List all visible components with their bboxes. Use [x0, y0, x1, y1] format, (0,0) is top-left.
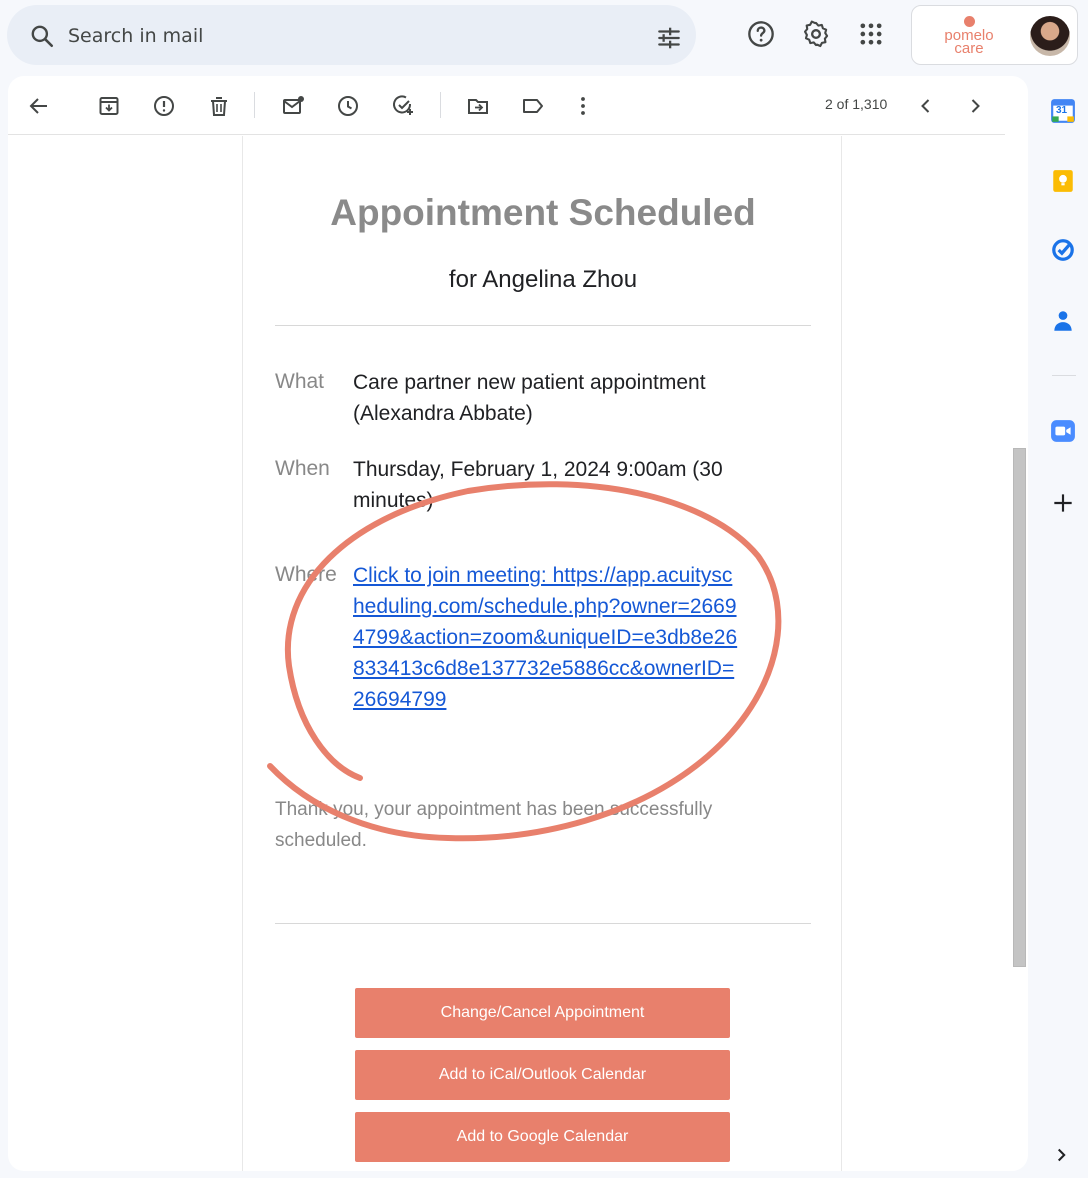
- older-chevron-icon[interactable]: [963, 94, 987, 118]
- mail-view: 2 of 1,310 Appointment Scheduled for Ang…: [8, 76, 1028, 1171]
- scrollbar-thumb[interactable]: [1013, 448, 1026, 967]
- move-to-icon[interactable]: [466, 94, 490, 118]
- change-cancel-button[interactable]: Change/Cancel Appointment: [355, 988, 730, 1038]
- side-divider: [1052, 375, 1076, 376]
- email-body: Appointment Scheduled for Angelina Zhou …: [242, 136, 842, 1171]
- add-addon-icon[interactable]: [1050, 490, 1076, 516]
- search-options-icon[interactable]: [656, 25, 682, 51]
- zoom-icon[interactable]: [1050, 418, 1076, 444]
- confirmation-text: Thank you, your appointment has been suc…: [275, 799, 713, 851]
- delete-icon[interactable]: [207, 94, 231, 118]
- search-bar[interactable]: Search in mail: [7, 5, 696, 65]
- apps-grid-icon[interactable]: [857, 20, 885, 48]
- contacts-icon[interactable]: [1050, 308, 1076, 334]
- search-input[interactable]: Search in mail: [68, 25, 203, 47]
- search-icon[interactable]: [29, 23, 55, 49]
- when-value: Thursday, February 1, 2024 9:00am (30 mi…: [353, 458, 723, 512]
- archive-icon[interactable]: [97, 94, 121, 118]
- divider: [275, 325, 811, 326]
- calendar-icon[interactable]: 31: [1050, 98, 1076, 124]
- more-options-icon[interactable]: [571, 94, 595, 118]
- mail-toolbar: 2 of 1,310: [8, 76, 1005, 135]
- tasks-icon[interactable]: [1050, 237, 1076, 263]
- newer-chevron-icon[interactable]: [914, 94, 938, 118]
- email-title: Appointment Scheduled: [330, 192, 756, 233]
- when-label: When: [275, 457, 330, 480]
- add-ical-outlook-button[interactable]: Add to iCal/Outlook Calendar: [355, 1050, 730, 1100]
- pager-count: 2 of 1,310: [825, 96, 888, 112]
- keep-icon[interactable]: [1050, 168, 1076, 194]
- settings-icon[interactable]: [802, 20, 830, 48]
- help-icon[interactable]: [747, 20, 775, 48]
- email-subtitle: for Angelina Zhou: [448, 266, 638, 293]
- add-task-icon[interactable]: [391, 94, 415, 118]
- calendar-day: 31: [1056, 105, 1068, 116]
- snooze-icon[interactable]: [336, 94, 360, 118]
- where-value: Click to join meeting: https://app.acuit…: [353, 560, 738, 715]
- where-label: Where: [275, 563, 337, 586]
- pomelo-care-logo: pomelo care: [936, 16, 1002, 56]
- back-arrow-icon[interactable]: [27, 94, 51, 118]
- mark-unread-icon[interactable]: [281, 94, 305, 118]
- add-google-calendar-button[interactable]: Add to Google Calendar: [355, 1112, 730, 1162]
- label-icon[interactable]: [521, 94, 545, 118]
- divider: [275, 923, 811, 924]
- join-meeting-link[interactable]: Click to join meeting: https://app.acuit…: [353, 564, 737, 711]
- what-label: What: [275, 370, 325, 393]
- report-spam-icon[interactable]: [152, 94, 176, 118]
- what-value: Care partner new patient appointment (Al…: [353, 371, 706, 425]
- side-panel: 31: [1040, 0, 1088, 1178]
- expand-panel-chevron-icon[interactable]: [1050, 1144, 1072, 1166]
